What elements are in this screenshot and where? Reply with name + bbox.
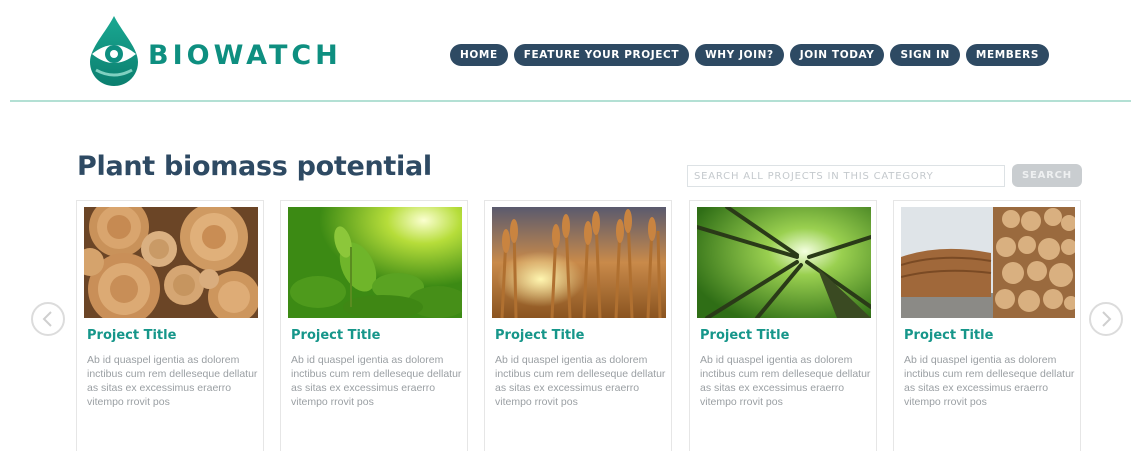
chevron-left-icon	[42, 311, 52, 327]
card-description: Ab id quaspel igentia as dolorem inctibu…	[904, 354, 1075, 408]
logo[interactable]: BIOWATCH	[86, 14, 346, 88]
card-description: Ab id quaspel igentia as dolorem inctibu…	[291, 354, 462, 408]
log-ends-photo[interactable]	[84, 207, 258, 318]
nav-why-join-button[interactable]: WHY JOIN?	[695, 44, 784, 66]
main-nav: HOME FEATURE YOUR PROJECT WHY JOIN? JOIN…	[450, 44, 1049, 66]
site-header: BIOWATCH HOME FEATURE YOUR PROJECT WHY J…	[0, 0, 1131, 102]
card-title[interactable]: Project Title	[904, 328, 993, 343]
page-title: Plant biomass potential	[77, 151, 432, 182]
timber-stack-photo[interactable]	[901, 207, 1075, 318]
chevron-right-icon	[1102, 311, 1112, 327]
carousel-next-button[interactable]	[1089, 302, 1123, 336]
green-tea-leaves-photo[interactable]	[288, 207, 462, 318]
project-card[interactable]: Project Title Ab id quaspel igentia as d…	[76, 200, 264, 451]
card-title[interactable]: Project Title	[87, 328, 176, 343]
project-card[interactable]: Project Title Ab id quaspel igentia as d…	[484, 200, 672, 451]
water-drop-eye-icon	[90, 16, 138, 86]
nav-home-button[interactable]: HOME	[450, 44, 508, 66]
card-title[interactable]: Project Title	[291, 328, 380, 343]
project-card[interactable]: Project Title Ab id quaspel igentia as d…	[689, 200, 877, 451]
wheat-field-sunset-photo[interactable]	[492, 207, 666, 318]
card-description: Ab id quaspel igentia as dolorem inctibu…	[87, 354, 258, 408]
project-card[interactable]: Project Title Ab id quaspel igentia as d…	[280, 200, 468, 451]
nav-join-today-button[interactable]: JOIN TODAY	[789, 44, 885, 66]
nav-sign-in-button[interactable]: SIGN IN	[890, 44, 960, 66]
forest-canopy-photo[interactable]	[697, 207, 871, 318]
brand-name: BIOWATCH	[148, 40, 342, 71]
card-title[interactable]: Project Title	[495, 328, 584, 343]
card-description: Ab id quaspel igentia as dolorem inctibu…	[700, 354, 871, 408]
carousel-prev-button[interactable]	[31, 302, 65, 336]
nav-feature-project-button[interactable]: FEATURE YOUR PROJECT	[513, 44, 690, 66]
project-card[interactable]: Project Title Ab id quaspel igentia as d…	[893, 200, 1081, 451]
card-title[interactable]: Project Title	[700, 328, 789, 343]
card-description: Ab id quaspel igentia as dolorem inctibu…	[495, 354, 666, 408]
search-input[interactable]	[687, 165, 1005, 187]
search-button[interactable]: SEARCH	[1012, 164, 1082, 187]
header-divider	[10, 100, 1131, 102]
nav-members-button[interactable]: MEMBERS	[965, 44, 1049, 66]
